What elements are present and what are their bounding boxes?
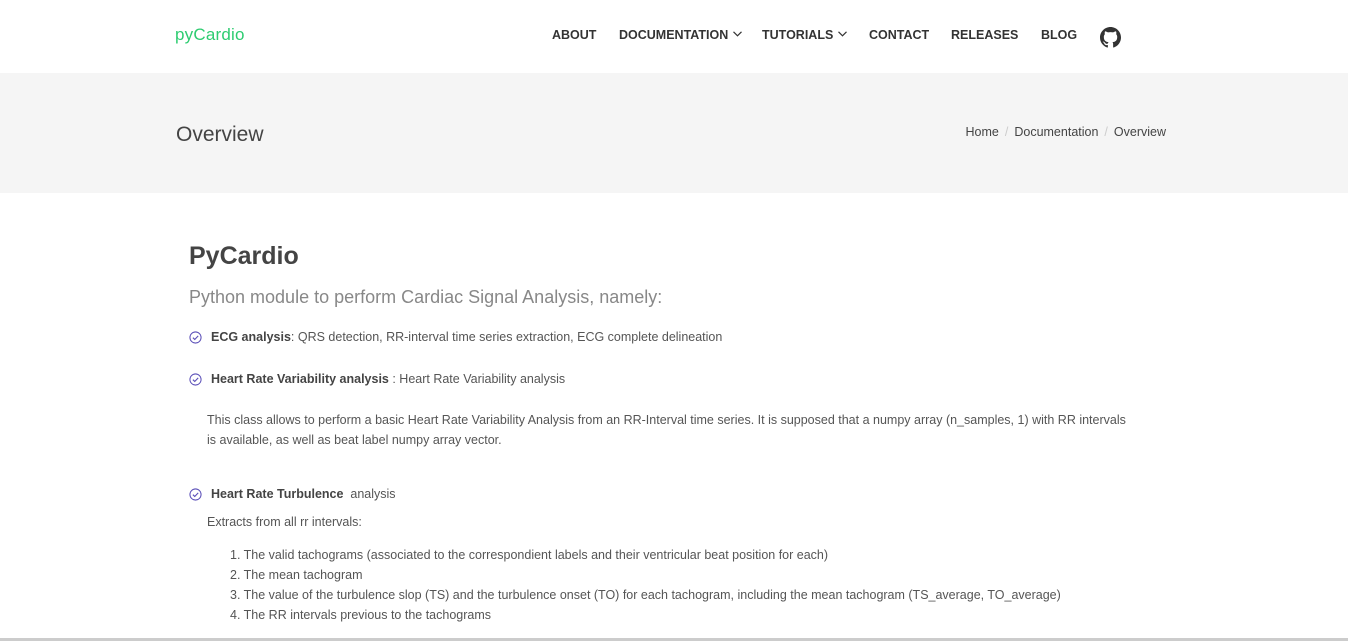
breadcrumb-home-link[interactable]: Home [966,125,999,139]
content-heading: PyCardio [189,242,299,270]
nav-item-label: DOCUMENTATION [619,28,729,42]
nav-item-label: ABOUT [552,28,597,42]
check-circle-icon [189,373,202,386]
chevron-down-icon [838,31,848,37]
page-title: Overview [176,123,264,146]
content-lead: Python module to perform Cardiac Signal … [189,287,663,307]
breadcrumb-current: Overview [1113,125,1166,139]
check-circle-icon [189,331,202,344]
nav-item-tutorials[interactable]: TUTORIALS [762,28,848,42]
list-item: 3. The value of the turbulence slop (TS)… [230,588,1061,602]
nav-item-blog[interactable]: BLOG [1041,28,1077,42]
nav-item-label: TUTORIALS [762,28,834,42]
check-circle-icon [189,488,202,501]
feature-title: ECG analysis [211,330,291,344]
hrt-intro: Extracts from all rr intervals: [207,515,362,529]
feature-text: : Heart Rate Variability analysis [388,372,566,386]
nav-item-contact[interactable]: CONTACT [869,28,929,42]
list-item: 2. The mean tachogram [230,568,363,582]
feature-title: Heart Rate Turbulence [211,487,344,501]
list-item: 4. The RR intervals previous to the tach… [230,608,492,622]
hrt-ordered-list: 1. The valid tachograms (associated to t… [230,545,1061,625]
hrv-description: This class allows to perform a basic Hea… [207,413,1126,447]
list-item: 1. The valid tachograms (associated to t… [230,548,829,562]
feature-text: analysis [343,487,396,501]
nav-item-label: CONTACT [869,28,930,42]
page-title-bar: Overview Home / Documentation / Overview [0,73,1348,193]
nav-item-releases[interactable]: RELEASES [951,28,1018,42]
top-navbar: pyCardio ABOUT DOCUMENTATION TUTORIALS C… [0,0,1348,73]
brand-logo-link[interactable]: pyCardio [175,25,245,45]
nav-item-about[interactable]: ABOUT [552,28,596,42]
nav-item-documentation[interactable]: DOCUMENTATION [619,28,743,42]
chevron-down-icon [733,31,743,37]
breadcrumb-separator: / [1104,125,1108,139]
nav-item-label: BLOG [1041,28,1078,42]
breadcrumb: Home / Documentation / Overview [966,125,1166,139]
breadcrumb-documentation-link[interactable]: Documentation [1014,125,1098,139]
github-icon[interactable] [1100,27,1121,48]
breadcrumb-separator: / [1004,125,1009,139]
feature-text: : QRS detection, RR-interval time series… [290,330,723,344]
feature-title: Heart Rate Variability analysis [211,372,389,386]
nav-item-label: RELEASES [951,28,1019,42]
